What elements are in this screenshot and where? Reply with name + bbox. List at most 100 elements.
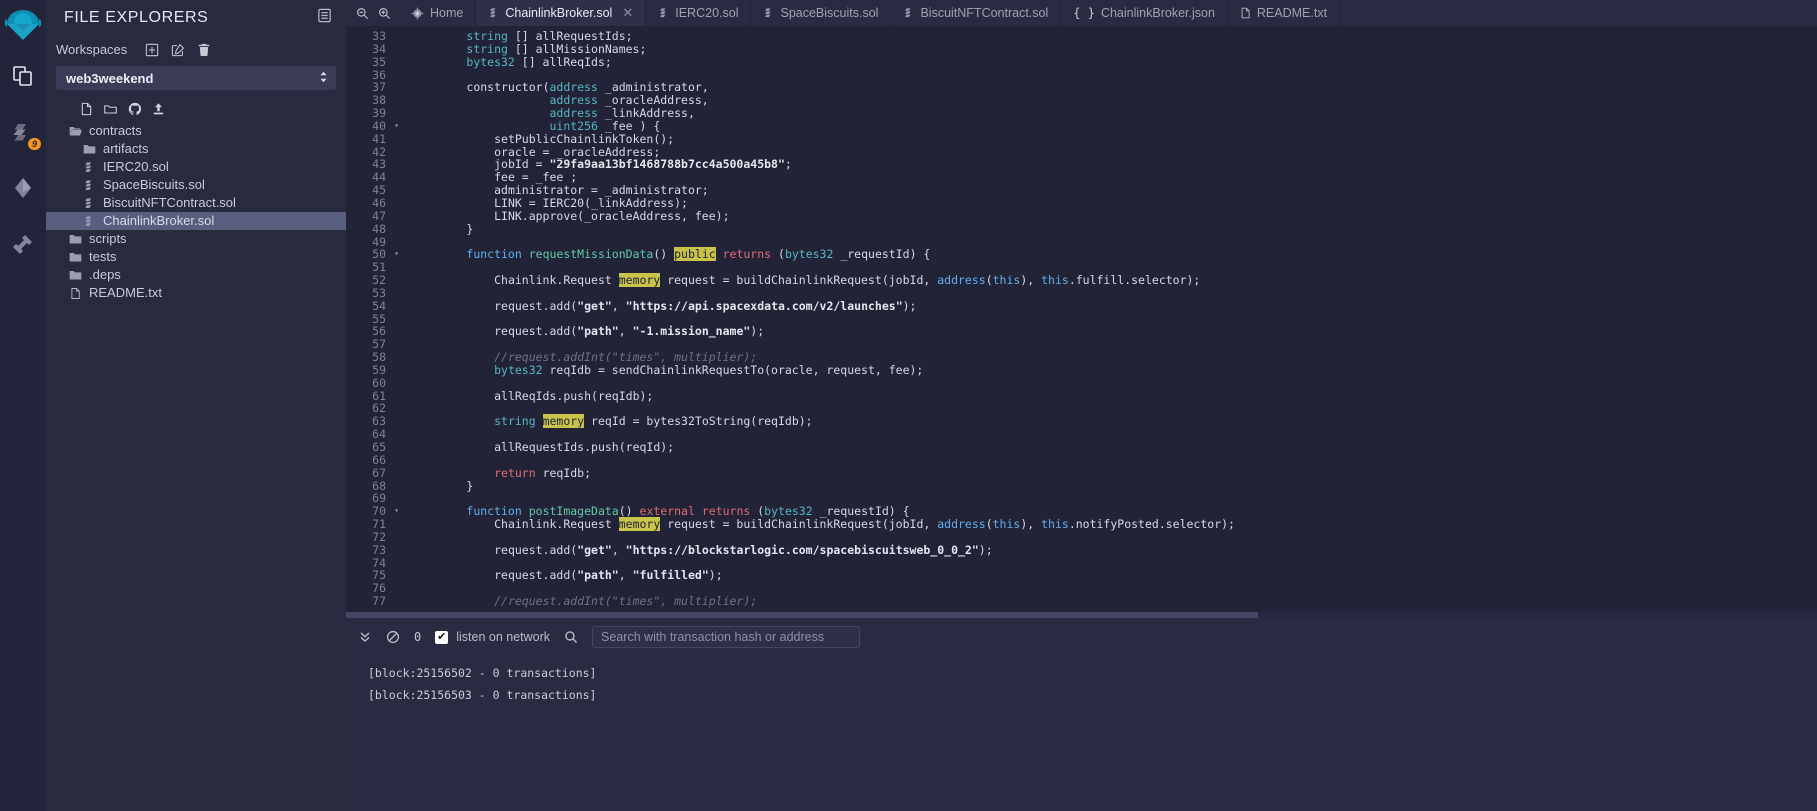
rename-workspace-pencil-square-icon[interactable] — [171, 43, 185, 57]
code-line: 48 } — [346, 222, 1817, 236]
line-number: 52 — [372, 273, 386, 288]
solidity-icon — [488, 7, 499, 19]
deploy-run-icon — [11, 176, 35, 205]
file-tree: contracts artifacts IERC20.sol SpaceBiscuit… — [46, 102, 346, 302]
code-line: 65 allRequestIds.push(reqId); — [346, 441, 1817, 454]
tree-item-label: BiscuitNFTContract.sol — [103, 195, 236, 210]
listen-on-network-toggle[interactable]: ✔ listen on network — [435, 630, 550, 644]
compiler-warning-badge: 9 — [27, 138, 41, 150]
workspaces-row: Workspaces — [46, 36, 346, 63]
code-editor[interactable]: 33 string [] allRequestIds; 34 string [] … — [346, 26, 1817, 618]
code-text: function requestMissionData() public ret… — [466, 247, 931, 262]
tree-item-contracts[interactable]: contracts — [46, 122, 346, 140]
code-line: 50 ▾ function requestMissionData() public… — [346, 247, 1817, 262]
ban-clear-icon[interactable] — [386, 630, 400, 644]
code-text: request.add("path", "fulfilled"); — [494, 568, 723, 583]
line-number: 58 — [372, 350, 386, 365]
tab-ierc20-sol[interactable]: IERC20.sol — [646, 0, 752, 26]
sidebar-item-file-explorers[interactable] — [0, 50, 46, 106]
workspace-select[interactable]: web3weekend — [56, 66, 336, 90]
sidebar-item-solidity-compiler[interactable]: 9 — [0, 106, 46, 162]
code-line: 52 Chainlink.Request memory request = bu… — [346, 273, 1817, 288]
solidity-file-icon — [82, 197, 96, 210]
tree-item-readme-txt[interactable]: README.txt — [46, 284, 346, 302]
tree-item-biscuitnftcontract-sol[interactable]: BiscuitNFTContract.sol — [46, 194, 346, 212]
line-number: 46 — [372, 195, 386, 210]
listen-on-network-label: listen on network — [456, 630, 551, 644]
panel-toggle-icon[interactable] — [317, 8, 332, 28]
code-line: 75 request.add("path", "fulfilled"); — [346, 569, 1817, 582]
tab-chainlinkbroker-json[interactable]: { } ChainlinkBroker.json — [1061, 0, 1228, 26]
tab-biscuitnftcontract-sol[interactable]: BiscuitNFTContract.sol — [891, 0, 1062, 26]
code-line: 54 request.add("get", "https://api.space… — [346, 298, 1817, 313]
tab-spacebiscuits-sol[interactable]: SpaceBiscuits.sol — [751, 0, 892, 26]
tree-item-chainlinkbroker-sol[interactable]: ChainlinkBroker.sol — [46, 212, 346, 230]
code-line: 71 Chainlink.Request memory request = bu… — [346, 517, 1817, 532]
line-number: 54 — [372, 298, 386, 313]
search-icon[interactable] — [564, 630, 578, 644]
tree-item-deps[interactable]: .deps — [46, 266, 346, 284]
workspaces-label: Workspaces — [56, 42, 128, 57]
tab-list: Home ChainlinkBroker.sol ✕ IERC20.sol SpaceB… — [399, 0, 1341, 26]
github-icon[interactable] — [128, 102, 142, 116]
code-text: } — [466, 478, 474, 493]
tab-readme-txt[interactable]: README.txt — [1228, 0, 1341, 26]
new-folder-icon[interactable] — [103, 102, 118, 116]
new-file-icon[interactable] — [80, 102, 93, 116]
tree-item-artifacts[interactable]: artifacts — [46, 140, 346, 158]
tab-label: SpaceBiscuits.sol — [780, 6, 879, 20]
line-number: 67 — [372, 465, 386, 480]
zoom-in-icon[interactable] — [378, 7, 391, 20]
delete-workspace-trash-icon[interactable] — [197, 43, 211, 57]
folder-icon — [68, 251, 82, 263]
fold-arrow-icon[interactable]: ▾ — [392, 120, 401, 133]
tab-chainlinkbroker-sol[interactable]: ChainlinkBroker.sol ✕ — [476, 0, 647, 26]
tree-item-label: contracts — [89, 123, 142, 138]
code-line: 47 LINK.approve(_oracleAddress, fee); — [346, 209, 1817, 223]
code-text: allReqIds.push(reqIdb); — [494, 388, 654, 403]
editor-horizontal-scrollbar[interactable] — [346, 612, 1817, 618]
fold-arrow-icon[interactable]: ▾ — [392, 248, 401, 261]
line-number: 73 — [372, 542, 386, 557]
tab-close-icon[interactable]: ✕ — [622, 5, 633, 21]
tab-home[interactable]: Home — [399, 0, 477, 26]
chevrons-down-icon[interactable] — [358, 630, 372, 644]
upload-icon[interactable] — [152, 102, 165, 116]
listen-checkbox[interactable]: ✔ — [435, 630, 449, 644]
tree-item-ierc20-sol[interactable]: IERC20.sol — [46, 158, 346, 176]
tab-label: ChainlinkBroker.sol — [505, 6, 613, 20]
sidebar-item-plugin-manager[interactable] — [0, 218, 46, 274]
tree-item-scripts[interactable]: scripts — [46, 230, 346, 248]
create-workspace-plus-square-icon[interactable] — [145, 43, 159, 57]
terminal-search-input[interactable]: Search with transaction hash or address — [592, 626, 861, 648]
tree-item-spacebiscuits-sol[interactable]: SpaceBiscuits.sol — [46, 176, 346, 194]
fold-arrow-icon[interactable]: ▾ — [392, 505, 401, 518]
code-text: request.add("get", "https://blockstarlog… — [494, 542, 993, 557]
sidebar-item-deploy-and-run[interactable] — [0, 162, 46, 218]
tree-item-tests[interactable]: tests — [46, 248, 346, 266]
code-text: request.add("path", "-1.mission_name"); — [494, 324, 765, 339]
zoom-out-icon[interactable] — [356, 7, 369, 20]
